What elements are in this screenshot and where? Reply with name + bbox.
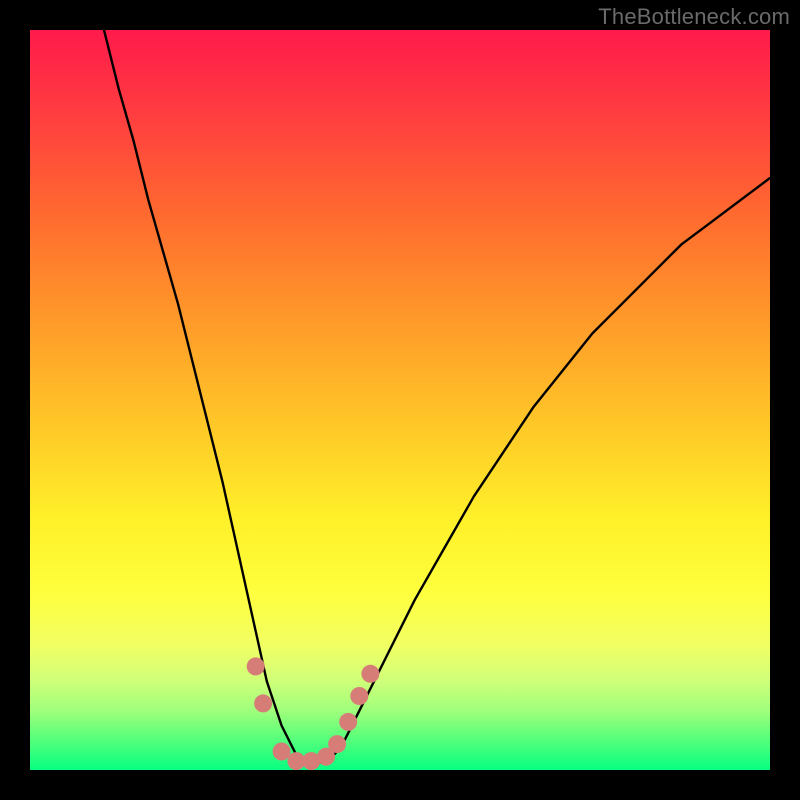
curve-markers [247,657,380,770]
bottleneck-curve [104,30,770,763]
curve-marker [247,657,265,675]
bottleneck-curve-svg [30,30,770,770]
curve-marker [254,694,272,712]
watermark-label: TheBottleneck.com [598,4,790,30]
curve-marker [339,713,357,731]
curve-marker [361,665,379,683]
plot-area [30,30,770,770]
curve-marker [328,735,346,753]
curve-marker [350,687,368,705]
chart-frame: TheBottleneck.com [0,0,800,800]
curve-marker [273,743,291,761]
